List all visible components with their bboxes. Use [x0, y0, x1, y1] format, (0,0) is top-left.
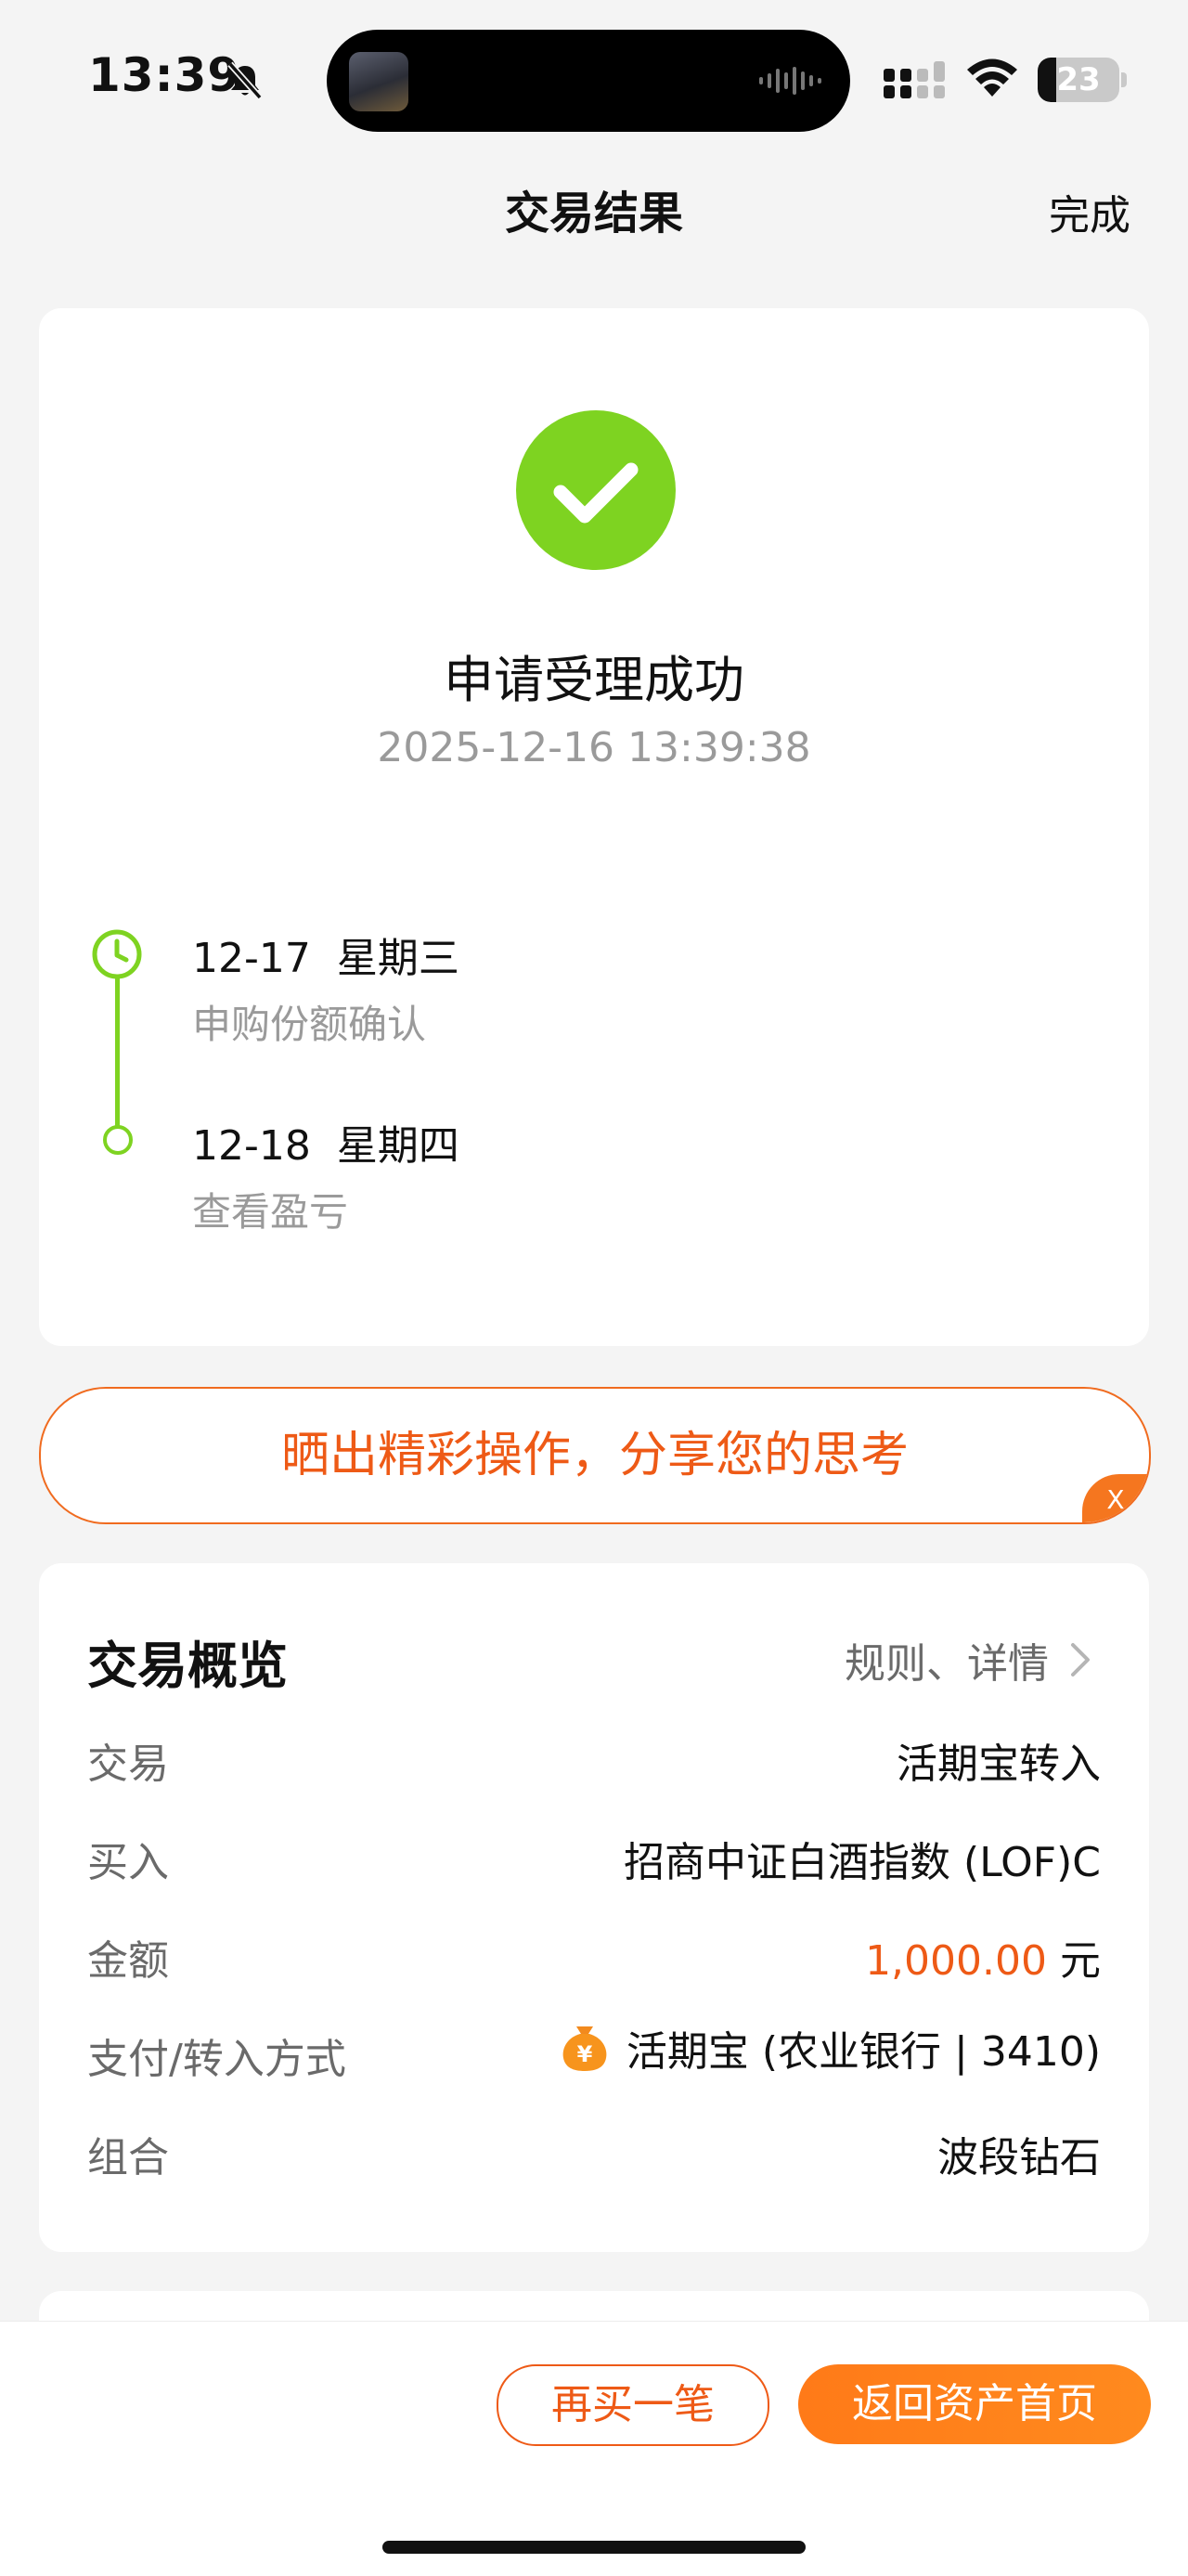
row-label-portfolio: 组合	[87, 2134, 169, 2181]
battery-icon: 23	[1038, 58, 1127, 102]
share-banner-text: 晒出精彩操作，分享您的思考	[280, 1428, 909, 1483]
signal-icon	[884, 61, 945, 98]
step-description: 查看盈亏	[192, 1189, 349, 1235]
clock-icon	[92, 929, 142, 979]
now-playing-artwork	[349, 52, 408, 111]
payment-method: 活期宝 (农业银行 | 3410)	[626, 2028, 1101, 2076]
amount-unit: 元	[1047, 1937, 1101, 1985]
amount-number: 1,000.00	[865, 1937, 1047, 1985]
row-label-payment: 支付/转入方式	[87, 2036, 346, 2083]
done-button[interactable]: 完成	[1049, 182, 1130, 241]
svg-text:¥: ¥	[577, 2041, 593, 2067]
row-label-amount: 金额	[87, 1937, 169, 1985]
buy-again-button[interactable]: 再买一笔	[497, 2364, 769, 2446]
row-label-buy: 买入	[87, 1839, 169, 1886]
bell-muted-icon	[227, 61, 263, 100]
status-bar: 13:39 23	[0, 0, 1188, 158]
row-label-transaction: 交易	[87, 1741, 169, 1788]
row-value-portfolio: 波段钻石	[937, 2134, 1101, 2181]
step-description: 申购份额确认	[192, 1002, 427, 1047]
page-title: 交易结果	[504, 188, 683, 239]
result-card: 申请受理成功 2025-12-16 13:39:38 12-17 星期三 申购份…	[39, 308, 1149, 1346]
result-title: 申请受理成功	[444, 651, 744, 709]
chevron-right-icon	[1071, 1643, 1090, 1676]
row-value-transaction: 活期宝转入	[897, 1741, 1101, 1788]
row-value-fund: 招商中证白酒指数 (LOF)C	[624, 1839, 1101, 1886]
result-timestamp: 2025-12-16 13:39:38	[377, 724, 811, 771]
audio-waveform-icon	[759, 67, 821, 95]
wifi-icon	[967, 58, 1017, 97]
share-banner[interactable]: 晒出精彩操作，分享您的思考 X	[39, 1387, 1151, 1524]
money-bag-icon: ¥	[562, 2026, 607, 2071]
rules-details-label: 规则、详情	[845, 1640, 1049, 1688]
bottom-action-bar: 再买一笔 返回资产首页	[0, 2321, 1188, 2576]
battery-percent: 23	[1056, 61, 1101, 98]
timeline-dot	[103, 1125, 133, 1155]
status-time: 13:39	[88, 48, 241, 102]
home-indicator[interactable]	[382, 2541, 806, 2554]
step-date: 12-17 星期三	[192, 935, 459, 982]
rules-details-link[interactable]: 规则、详情	[845, 1630, 1093, 1689]
row-value-payment: ¥ 活期宝 (农业银行 | 3410)	[558, 2018, 1101, 2078]
dynamic-island[interactable]	[327, 30, 850, 132]
step-date: 12-18 星期四	[192, 1122, 459, 1170]
overview-card: 交易概览 规则、详情 交易 活期宝转入 买入 招商中证白酒指数 (LOF)C 金…	[39, 1563, 1149, 2252]
row-value-amount: 1,000.00 元	[865, 1927, 1101, 1987]
timeline-line	[115, 978, 120, 1142]
back-to-assets-button[interactable]: 返回资产首页	[798, 2364, 1151, 2444]
overview-title: 交易概览	[87, 1637, 288, 1695]
success-check-icon	[516, 410, 676, 570]
